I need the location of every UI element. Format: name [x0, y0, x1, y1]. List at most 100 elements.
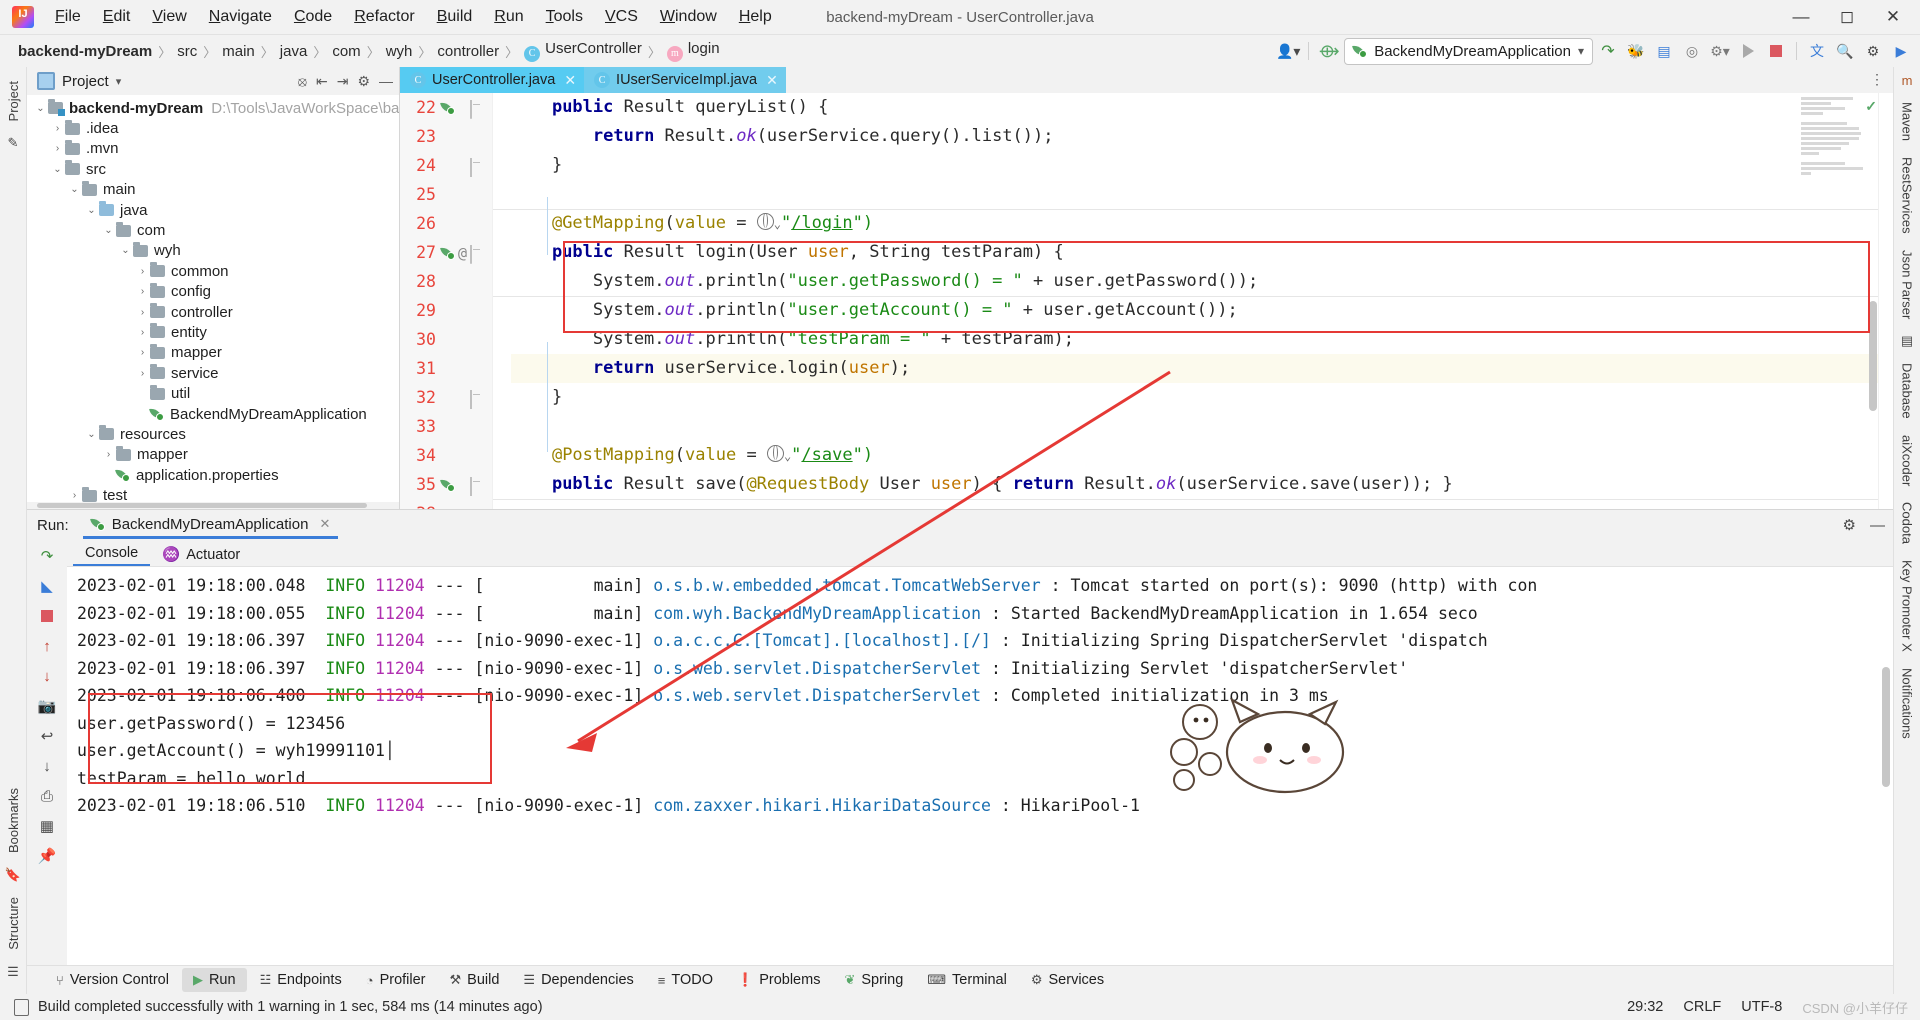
chevron-right-icon[interactable]: › — [50, 123, 65, 134]
tree-node--mvn[interactable]: › .mvn — [27, 139, 399, 159]
toolwindow-button-todo[interactable]: ≡ TODO — [647, 968, 724, 992]
run-configuration-selector[interactable]: BackendMyDreamApplication ▾ — [1344, 37, 1593, 65]
close-icon[interactable]: ✕ — [766, 72, 778, 89]
chevron-down-icon[interactable]: ⌄ — [774, 217, 781, 231]
translate-icon[interactable]: 文 — [1804, 39, 1830, 63]
run-configuration-tab[interactable]: BackendMyDreamApplication ✕ — [82, 512, 339, 539]
toolwindow-button-services[interactable]: ⚙ Services — [1020, 968, 1115, 992]
gutter-marker[interactable] — [441, 101, 455, 115]
code-line-35[interactable]: public Result save(@RequestBody User use… — [511, 470, 1893, 499]
code-line-38[interactable] — [511, 499, 1893, 509]
log-logger[interactable]: com.wyh.BackendMyDreamApplication — [653, 604, 981, 623]
editor-vscrollbar[interactable] — [1869, 301, 1877, 411]
menu-item-help[interactable]: Help — [728, 4, 783, 30]
toolwindow-button-version-control[interactable]: ⑂ Version Control — [45, 968, 180, 992]
breadcrumb-item-wyh[interactable]: wyh — [382, 42, 417, 61]
breadcrumb-item-main[interactable]: main — [218, 42, 259, 61]
code-line-25[interactable] — [511, 180, 1893, 209]
editor-tab-usercontroller-java[interactable]: C UserController.java ✕ — [400, 67, 585, 93]
log-logger[interactable]: o.s.b.w.embedded.tomcat.TomcatWebServer — [653, 576, 1040, 595]
close-button[interactable]: ✕ — [1870, 1, 1916, 33]
line-separator[interactable]: CRLF — [1683, 999, 1721, 1015]
log-logger[interactable]: o.a.c.c.C.[Tomcat].[localhost].[/] — [653, 631, 991, 650]
code-fold-icon[interactable] — [470, 245, 482, 264]
breadcrumb-item-usercontroller[interactable]: C UserController — [520, 39, 646, 63]
tree-node-mapper[interactable]: › mapper — [27, 343, 399, 363]
gutter-line-22[interactable]: 22 — [400, 93, 492, 122]
chevron-right-icon[interactable]: › — [135, 347, 150, 358]
down-icon[interactable]: ↓ — [34, 664, 60, 688]
chevron-right-icon[interactable]: › — [50, 143, 65, 154]
code-line-27[interactable]: public Result login(User user, String te… — [511, 238, 1893, 267]
sidebar-item-keypromoterx[interactable]: Key Promoter X — [1896, 552, 1919, 660]
bookmark-icon[interactable]: 🔖 — [5, 861, 21, 889]
chevron-down-icon[interactable]: ⌄ — [84, 429, 99, 440]
gutter-line-27[interactable]: 27 @ — [400, 238, 492, 267]
project-tree-hscrollbar[interactable] — [27, 502, 399, 509]
chevron-right-icon[interactable]: › — [101, 449, 116, 460]
expand-all-icon[interactable]: ⇤ — [316, 73, 328, 90]
print-icon[interactable]: ⎙ — [34, 784, 60, 808]
menu-item-edit[interactable]: Edit — [92, 4, 142, 30]
breadcrumb-item-backend-mydream[interactable]: backend-myDream — [14, 42, 156, 61]
code-content[interactable]: public Result queryList() { return Resul… — [493, 93, 1893, 509]
breadcrumb-item-controller[interactable]: controller — [433, 42, 503, 61]
tree-node-entity[interactable]: › entity — [27, 322, 399, 342]
search-icon[interactable]: 🔍 — [1832, 39, 1858, 63]
gutter-line-35[interactable]: 35 — [400, 470, 492, 499]
settings-icon[interactable]: ⚙ — [357, 73, 370, 90]
maven-icon[interactable]: m — [1902, 67, 1913, 94]
profiler-icon[interactable]: ◎ — [1679, 39, 1705, 63]
sidebar-item-project[interactable]: Project — [2, 73, 25, 129]
toolwindow-button-profiler[interactable]: ◔ Profiler — [355, 968, 437, 992]
editor-gutter[interactable]: 22 23 24 25 26 27 @28 29 30 31 32 33 34 35 38 — [400, 93, 493, 509]
breadcrumb-item-src[interactable]: src — [173, 42, 201, 61]
pin-icon[interactable]: 📌 — [34, 844, 60, 868]
commit-icon[interactable]: ✎ — [8, 129, 19, 157]
chevron-right-icon[interactable]: › — [135, 368, 150, 379]
debug-icon[interactable]: 🐝 — [1623, 39, 1649, 63]
chevron-right-icon[interactable]: › — [67, 490, 82, 501]
chevron-down-icon[interactable]: ⌄ — [67, 184, 82, 195]
gutter-line-34[interactable]: 34 — [400, 441, 492, 470]
sidebar-item-notifications[interactable]: Notifications — [1896, 660, 1919, 747]
sidebar-item-jsonparser[interactable]: Json Parser — [1896, 242, 1919, 327]
menu-item-file[interactable]: File — [44, 4, 92, 30]
sidebar-item-database[interactable]: Database — [1896, 355, 1919, 427]
gutter-line-28[interactable]: 28 — [400, 267, 492, 296]
rerun-icon[interactable]: ↷ — [34, 544, 60, 568]
tree-node-com[interactable]: ⌄ com — [27, 220, 399, 240]
more-run-icon[interactable]: ⚙▾ — [1707, 39, 1733, 63]
menu-item-navigate[interactable]: Navigate — [198, 4, 283, 30]
log-logger[interactable]: o.s.web.servlet.DispatcherServlet — [653, 659, 981, 678]
code-line-29[interactable]: System.out.println("user.getAccount() = … — [511, 296, 1893, 325]
web-mapping-icon[interactable] — [756, 213, 774, 230]
code-line-24[interactable]: } — [511, 151, 1893, 180]
code-line-34[interactable]: @PostMapping(value = ⌄"/save") — [511, 441, 1893, 470]
stop-icon[interactable] — [1763, 39, 1789, 63]
menu-item-tools[interactable]: Tools — [535, 4, 594, 30]
stop-icon[interactable] — [34, 604, 60, 628]
run-coverage-icon[interactable]: ▤ — [1651, 39, 1677, 63]
rerun-icon[interactable]: ↷ — [1595, 39, 1621, 63]
camera-icon[interactable]: 📷 — [34, 694, 60, 718]
editor-marker-strip[interactable] — [1878, 93, 1893, 509]
maximize-button[interactable]: ◻ — [1824, 1, 1870, 33]
gutter-line-31[interactable]: 31 — [400, 354, 492, 383]
code-fold-icon[interactable] — [470, 158, 482, 177]
chevron-right-icon[interactable]: › — [135, 307, 150, 318]
gutter-line-30[interactable]: 30 — [400, 325, 492, 354]
menu-item-refactor[interactable]: Refactor — [343, 4, 425, 30]
collapse-all-icon[interactable]: ⇥ — [337, 73, 349, 90]
menu-item-build[interactable]: Build — [426, 4, 484, 30]
tree-node-backend-mydream[interactable]: ⌄ backend-myDream D:\Tools\JavaWorkSpace\b… — [27, 98, 399, 118]
menu-item-run[interactable]: Run — [483, 4, 534, 30]
gutter-line-26[interactable]: 26 — [400, 209, 492, 238]
gutter-line-24[interactable]: 24 — [400, 151, 492, 180]
spring-bean-icon[interactable] — [441, 478, 455, 492]
tree-node-main[interactable]: ⌄ main — [27, 180, 399, 200]
gutter-line-25[interactable]: 25 — [400, 180, 492, 209]
code-line-23[interactable]: return Result.ok(userService.query().lis… — [511, 122, 1893, 151]
structure-icon[interactable]: ☰ — [7, 958, 19, 986]
chevron-right-icon[interactable]: › — [135, 327, 150, 338]
